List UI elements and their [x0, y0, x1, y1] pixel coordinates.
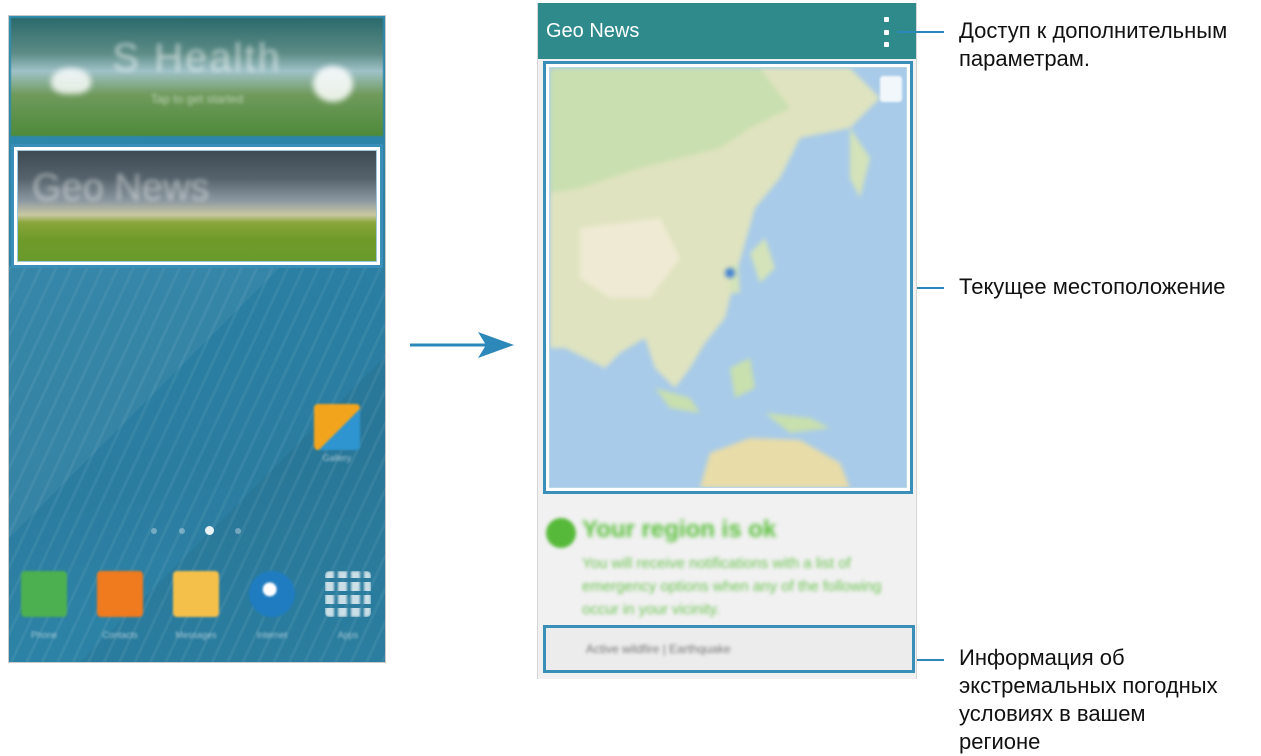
shealth-subtitle: Tap to get started	[150, 92, 244, 106]
page-indicator-dot	[179, 528, 185, 534]
callout-alerts-line-4: регионе	[959, 729, 1041, 754]
geonews-card-title: Geo News	[32, 167, 210, 209]
extreme-weather-alerts[interactable]: Active wildfire | Earthquake	[543, 625, 915, 673]
callout-menu-line-1: Доступ к дополнительным	[959, 18, 1228, 43]
geonews-screen: Geo News Your region is ok You will rece…	[537, 3, 917, 679]
contacts-icon[interactable]	[97, 571, 143, 617]
overflow-menu-icon[interactable]	[876, 17, 896, 47]
callout-menu-line-2: параметрам.	[959, 46, 1091, 71]
geonews-card[interactable]: Geo News	[11, 144, 383, 268]
apps-grid-icon[interactable]	[325, 571, 371, 617]
callout-alerts-line-3: условиях в вашем	[959, 701, 1146, 726]
callout-alerts-line-1: Информация об	[959, 645, 1125, 670]
map-frame	[543, 61, 913, 494]
callout-menu: Доступ к дополнительным параметрам.	[959, 17, 1227, 73]
status-ok-icon	[546, 518, 576, 548]
region-status-panel: Your region is ok You will receive notif…	[538, 494, 916, 624]
callout-alerts-line-2: экстремальных погодных	[959, 673, 1218, 698]
home-screen: S Health Tap to get started Geo News Gal…	[8, 15, 386, 663]
status-title: Your region is ok	[582, 516, 777, 543]
phone-icon[interactable]	[21, 571, 67, 617]
gallery-icon[interactable]	[314, 404, 360, 450]
location-pin-icon[interactable]	[880, 76, 902, 102]
app-bar: Geo News	[538, 3, 916, 59]
internet-icon[interactable]	[249, 571, 295, 617]
internet-label: Internet	[256, 630, 288, 640]
app-title: Geo News	[546, 20, 640, 42]
page-indicator-dot	[151, 528, 157, 534]
geonews-card-image: Geo News	[17, 150, 377, 262]
messages-label: Messages	[175, 630, 217, 640]
shealth-card[interactable]: S Health Tap to get started	[11, 18, 383, 136]
callout-leader-menu	[897, 31, 944, 33]
callout-leader-location	[917, 287, 944, 289]
page-indicator-dot	[235, 528, 241, 534]
callout-leader-alerts	[917, 659, 944, 661]
status-description: You will receive notifications with a li…	[582, 555, 882, 618]
page-indicator-dot-active	[205, 526, 214, 535]
messages-icon[interactable]	[173, 571, 219, 617]
map-graphic	[550, 68, 906, 487]
current-location-map[interactable]	[549, 67, 907, 488]
shealth-title: S Health	[112, 36, 282, 80]
phone-label: Phone	[30, 630, 58, 640]
apps-label: Apps	[337, 630, 359, 640]
callout-alerts: Информация об экстремальных погодных усл…	[959, 644, 1218, 756]
callout-location-line-1: Текущее местоположение	[959, 274, 1226, 299]
alerts-label: Active wildfire | Earthquake	[586, 642, 731, 656]
gallery-label: Gallery	[322, 453, 352, 463]
callout-location: Текущее местоположение	[959, 273, 1226, 301]
contacts-label: Contacts	[102, 630, 138, 640]
transition-arrow-icon	[410, 332, 514, 358]
